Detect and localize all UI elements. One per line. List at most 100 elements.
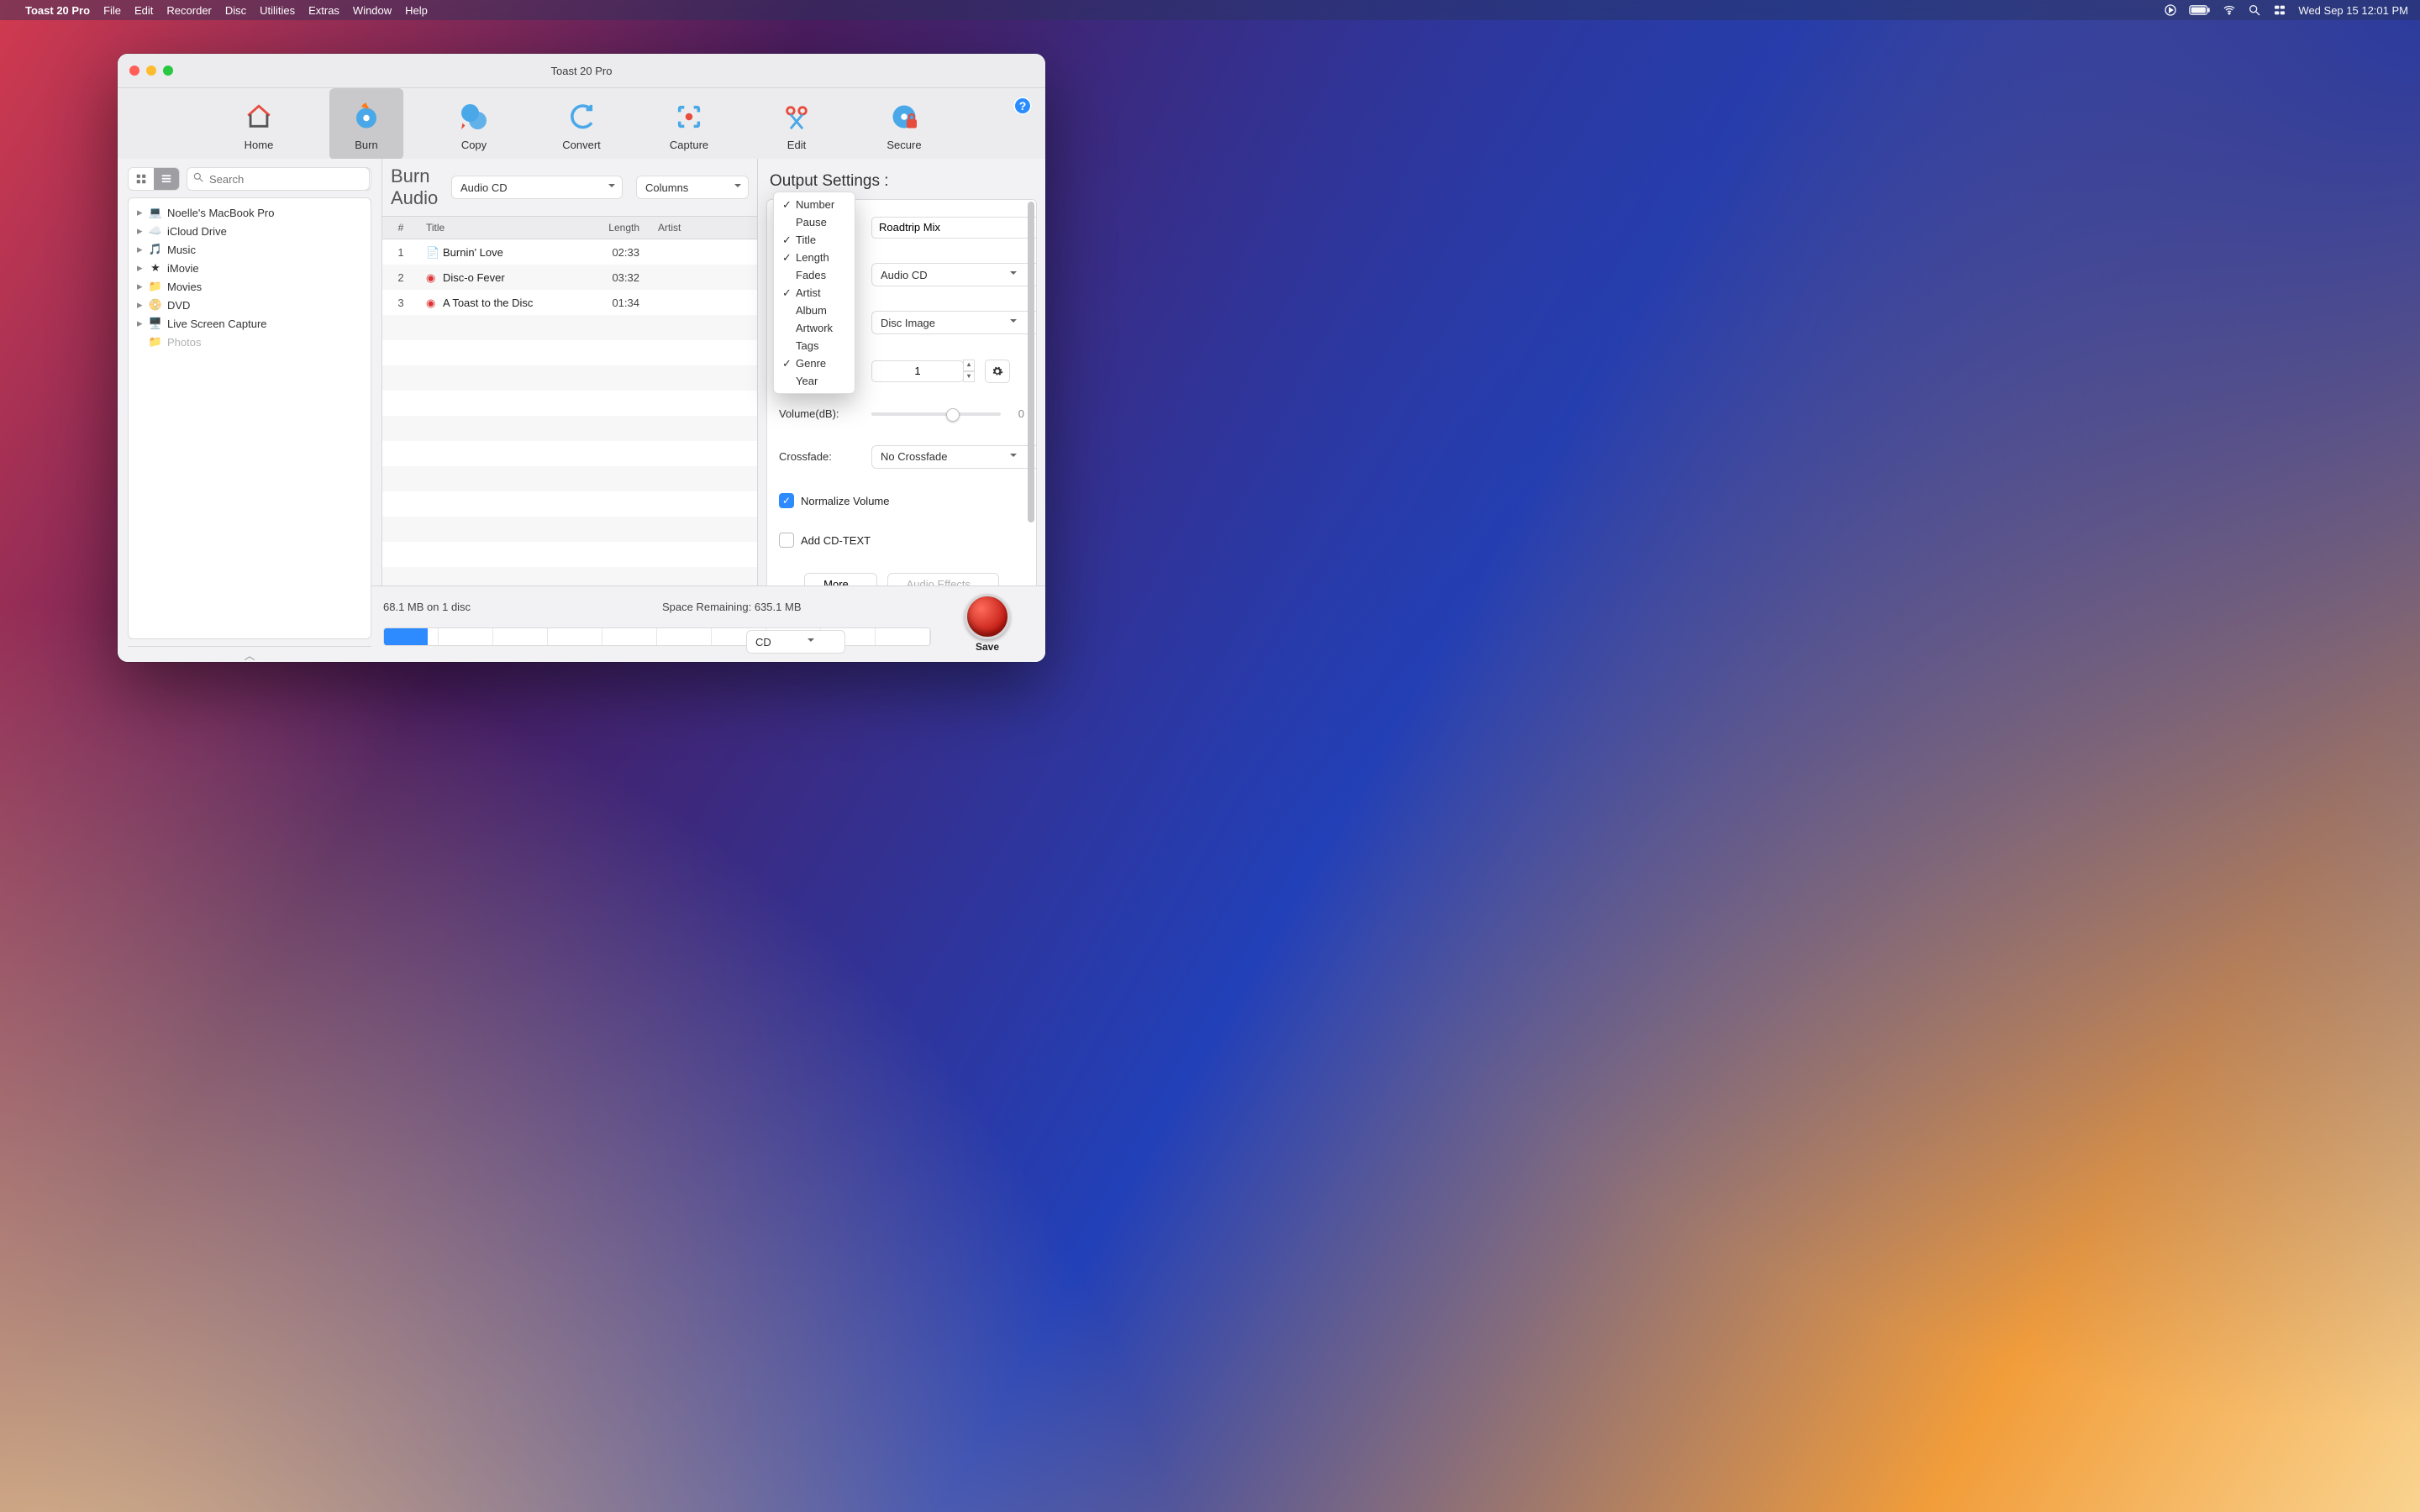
normalize-row[interactable]: ✓ Normalize Volume [779,493,1024,508]
media-type-select[interactable]: CD [746,630,822,654]
track-table-header: # Title Length Artist [382,216,757,239]
burn-icon [350,100,383,134]
wifi-icon[interactable] [2223,3,2236,17]
source-item[interactable]: ▸📁Movies [132,277,367,296]
copies-stepper[interactable]: ▴▾ [871,360,975,382]
col-opt-number[interactable]: ✓Number [774,196,855,213]
col-opt-tags[interactable]: Tags [774,337,855,354]
col-opt-pause[interactable]: Pause [774,213,855,231]
menu-help[interactable]: Help [405,4,428,17]
col-opt-album[interactable]: Album [774,302,855,319]
battery-icon[interactable] [2189,3,2211,17]
search-input[interactable] [187,167,370,191]
columns-select[interactable]: Columns [636,176,749,199]
app-menu[interactable]: Toast 20 Pro [25,4,90,17]
cat-edit-label: Edit [787,139,806,151]
menu-file[interactable]: File [103,4,121,17]
source-label: Noelle's MacBook Pro [167,207,274,219]
step-down[interactable]: ▾ [963,371,975,383]
source-item[interactable]: ▸🖥️Live Screen Capture [132,314,367,333]
source-item[interactable]: ▸☁️iCloud Drive [132,222,367,240]
label-crossfade: Crossfade: [779,450,863,463]
cat-edit[interactable]: Edit [760,88,834,160]
step-up[interactable]: ▴ [963,360,975,371]
cat-burn[interactable]: Burn [329,88,403,160]
menu-recorder[interactable]: Recorder [166,4,211,17]
source-item[interactable]: ▸🎵Music [132,240,367,259]
edit-icon [780,100,813,134]
source-label: DVD [167,299,190,312]
cat-home[interactable]: Home [222,88,296,160]
title-input[interactable] [871,217,1037,239]
col-opt-genre[interactable]: ✓Genre [774,354,855,372]
capture-icon [672,100,706,134]
col-opt-length[interactable]: ✓Length [774,249,855,266]
menu-disc[interactable]: Disc [225,4,246,17]
menu-utilities[interactable]: Utilities [260,4,295,17]
laptop-icon: 💻 [149,206,162,219]
crossfade-select[interactable]: No Crossfade [871,445,1024,469]
screen-mirror-icon[interactable] [2164,3,2177,17]
track-row[interactable]: 1 📄Burnin' Love 02:33 [382,239,757,265]
source-label: Photos [167,336,201,349]
col-num[interactable]: # [382,217,419,239]
cat-capture[interactable]: Capture [652,88,726,160]
source-item[interactable]: ▸💻Noelle's MacBook Pro [132,203,367,222]
source-item[interactable]: ▸★iMovie [132,259,367,277]
copies-input[interactable] [871,360,964,382]
help-button[interactable]: ? [1013,97,1032,115]
menu-edit[interactable]: Edit [134,4,153,17]
spotlight-icon[interactable] [2248,3,2261,17]
source-label: Movies [167,281,202,293]
col-opt-artwork[interactable]: Artwork [774,319,855,337]
copy-icon [457,100,491,134]
format-select[interactable]: Audio CD [451,176,623,199]
destination-select[interactable]: Disc Image [871,311,1024,334]
cdtext-row[interactable]: Add CD-TEXT [779,533,1024,548]
source-label: iCloud Drive [167,225,227,238]
cat-home-label: Home [245,139,274,151]
folder-icon: 📁 [149,335,162,349]
col-opt-title[interactable]: ✓Title [774,231,855,249]
source-item[interactable]: ▸📀DVD [132,296,367,314]
cat-copy[interactable]: Copy [437,88,511,160]
track-row[interactable]: 3 ◉A Toast to the Disc 01:34 [382,290,757,315]
disc-size: 68.1 MB on 1 disc [383,601,652,613]
control-center-icon[interactable] [2273,3,2286,17]
sidebar-collapse[interactable]: ︿ [128,646,371,662]
secure-icon [887,100,921,134]
format-select-output[interactable]: Audio CD [871,263,1024,286]
col-opt-year[interactable]: Year [774,372,855,390]
track-number: 3 [382,297,419,309]
col-opt-fades[interactable]: Fades [774,266,855,284]
menu-window[interactable]: Window [353,4,392,17]
track-title: A Toast to the Disc [443,297,533,309]
col-artist[interactable]: Artist [651,217,757,239]
col-length[interactable]: Length [574,217,651,239]
source-label: Music [167,244,196,256]
view-list[interactable] [154,168,179,190]
menubar-clock[interactable]: Wed Sep 15 12:01 PM [2298,4,2408,17]
cat-convert[interactable]: Convert [544,88,618,160]
columns-menu: ✓Number Pause ✓Title ✓Length Fades ✓Arti… [773,192,855,394]
home-icon [242,100,276,134]
view-grid[interactable] [129,168,154,190]
col-opt-artist[interactable]: ✓Artist [774,284,855,302]
burn-save-button[interactable] [965,594,1010,639]
col-title[interactable]: Title [419,217,574,239]
cdtext-checkbox[interactable] [779,533,794,548]
cat-secure[interactable]: Secure [867,88,941,160]
source-item[interactable]: 📁 Photos [132,333,367,351]
window-title: Toast 20 Pro [118,65,1045,77]
track-number: 1 [382,246,419,259]
convert-icon [565,100,598,134]
center-title: Burn Audio [391,165,439,209]
normalize-checkbox[interactable]: ✓ [779,493,794,508]
macos-menubar: Toast 20 Pro File Edit Recorder Disc Uti… [0,0,2420,20]
volume-slider[interactable] [871,412,1001,416]
track-row[interactable]: 2 ◉Disc-o Fever 03:32 [382,265,757,290]
copies-settings-button[interactable] [985,360,1010,383]
titlebar: Toast 20 Pro [118,54,1045,88]
menu-extras[interactable]: Extras [308,4,339,17]
volume-value: 0 [1006,407,1024,420]
